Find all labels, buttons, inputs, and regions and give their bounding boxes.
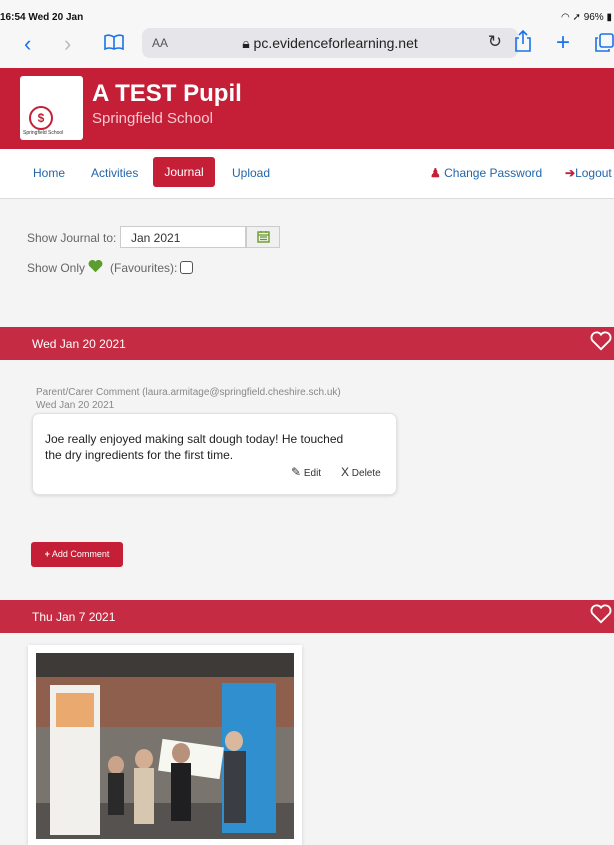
page-header: $ Springfield School A TEST Pupil Spring…	[0, 68, 614, 149]
change-password-label: Change Password	[444, 166, 543, 180]
share-icon[interactable]	[514, 29, 532, 57]
show-only-label: Show Only	[27, 261, 86, 275]
logout-label: Logout	[575, 166, 612, 180]
url-value: pc.evidenceforlearning.net	[253, 35, 418, 51]
nav-journal[interactable]: Journal	[153, 157, 215, 187]
bookmarks-icon[interactable]	[104, 34, 124, 55]
back-icon[interactable]: ‹	[24, 33, 31, 55]
edit-comment-button[interactable]: ✎ Edit	[291, 465, 321, 479]
logo-text: Springfield School	[23, 130, 64, 136]
photo-image	[36, 653, 294, 839]
delete-label: Delete	[351, 468, 381, 479]
favourite-heart-icon[interactable]	[590, 604, 612, 629]
logout-link[interactable]: ➔Logout	[565, 166, 612, 180]
school-name: Springfield School	[92, 110, 213, 127]
journal-day-header: Thu Jan 7 2021	[0, 600, 614, 633]
comment-date: Wed Jan 20 2021	[36, 400, 115, 411]
journal-day-header: Wed Jan 20 2021	[0, 327, 614, 360]
photo-card[interactable]	[28, 645, 302, 845]
plus-icon: +	[44, 549, 50, 559]
entry-date: Wed Jan 20 2021	[32, 337, 126, 351]
calendar-button[interactable]	[246, 226, 280, 248]
forward-icon[interactable]: ›	[64, 33, 71, 55]
comment-card: Joe really enjoyed making salt dough tod…	[32, 413, 397, 495]
address-bar[interactable]: AA 🔒︎ pc.evidenceforlearning.net ↻	[142, 28, 518, 58]
browser-toolbar: ‹ › AA 🔒︎ pc.evidenceforlearning.net ↻ +	[0, 22, 614, 69]
favourites-label: (Favourites):	[110, 261, 178, 275]
favourites-checkbox[interactable]	[180, 261, 193, 274]
add-comment-button[interactable]: + Add Comment	[31, 542, 123, 567]
delete-comment-button[interactable]: X Delete	[341, 465, 381, 479]
calendar-icon	[257, 230, 270, 248]
edit-label: Edit	[303, 468, 322, 479]
status-bar: 16:54 Wed 20 Jan ◠ ➚ 96% ▮	[0, 0, 614, 23]
nav-upload[interactable]: Upload	[232, 166, 270, 180]
add-comment-label: Add Comment	[51, 549, 110, 559]
pencil-icon: ✎	[291, 465, 302, 479]
school-logo: $ Springfield School	[20, 76, 83, 140]
show-journal-label: Show Journal to:	[27, 231, 117, 245]
main-nav: Home Activities Journal Upload ♟ Change …	[0, 149, 614, 199]
favourite-heart-icon[interactable]	[590, 331, 612, 356]
entry-date: Thu Jan 7 2021	[32, 610, 116, 624]
journal-date-input[interactable]: Jan 2021	[120, 226, 246, 248]
reload-icon[interactable]: ↻	[488, 32, 502, 52]
journal-photo[interactable]	[36, 653, 294, 839]
nav-activities[interactable]: Activities	[91, 166, 138, 180]
logo-mark: $	[29, 106, 53, 130]
delete-x-icon: X	[341, 465, 350, 479]
lock-icon: 🔒︎	[242, 35, 250, 51]
user-icon: ♟	[430, 166, 441, 180]
heart-green-icon	[88, 259, 103, 278]
nav-home[interactable]: Home	[33, 166, 65, 180]
pupil-name: A TEST Pupil	[92, 80, 242, 107]
tabs-icon[interactable]	[595, 33, 614, 57]
comment-text: Joe really enjoyed making salt dough tod…	[45, 432, 344, 462]
url-text: 🔒︎ pc.evidenceforlearning.net	[142, 35, 518, 52]
comment-author: Parent/Carer Comment (laura.armitage@spr…	[36, 387, 341, 398]
new-tab-icon[interactable]: +	[556, 31, 570, 55]
logout-icon: ➔	[565, 166, 576, 180]
change-password-link[interactable]: ♟ Change Password	[430, 166, 542, 180]
